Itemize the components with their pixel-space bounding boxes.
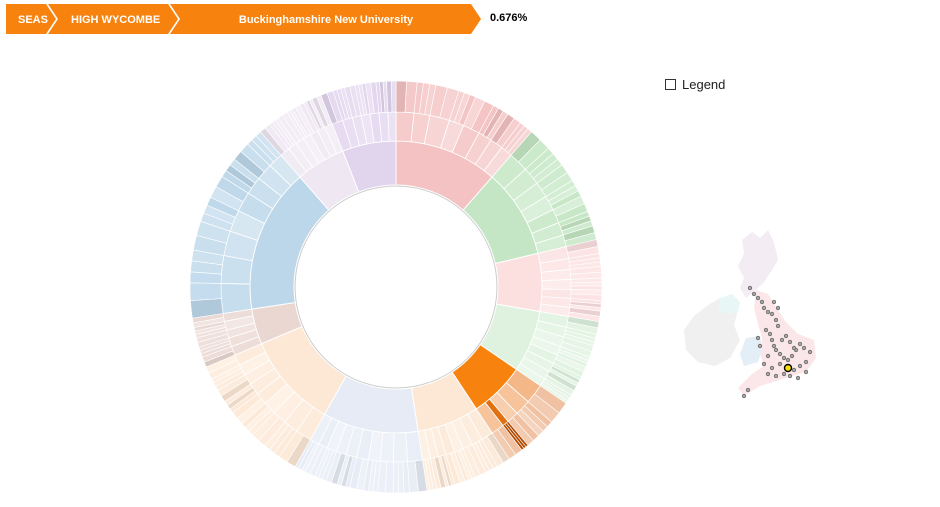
map-wales: [740, 336, 762, 366]
map-marker[interactable]: [773, 347, 779, 353]
map-marker[interactable]: [761, 361, 767, 367]
map-marker[interactable]: [763, 327, 769, 333]
map-marker[interactable]: [767, 331, 773, 337]
map-marker[interactable]: [769, 337, 775, 343]
map-marker[interactable]: [747, 285, 753, 291]
sunburst-middle-segment[interactable]: [220, 283, 253, 314]
map-marker[interactable]: [787, 339, 793, 345]
uk-map: [684, 230, 816, 399]
map-marker[interactable]: [765, 353, 771, 359]
map-marker[interactable]: [765, 309, 771, 315]
map-marker[interactable]: [803, 369, 809, 375]
map-marker[interactable]: [773, 317, 779, 323]
map-marker[interactable]: [781, 355, 787, 361]
map-marker[interactable]: [803, 359, 809, 365]
map-marker[interactable]: [801, 345, 807, 351]
legend-label: Legend: [682, 77, 726, 92]
map-marker[interactable]: [751, 291, 757, 297]
map-marker[interactable]: [795, 375, 801, 381]
sunburst-chart: [189, 80, 603, 494]
legend-toggle[interactable]: Legend: [665, 77, 725, 92]
sunburst-outer-segment[interactable]: [390, 80, 397, 113]
map-marker[interactable]: [779, 337, 785, 343]
map-marker[interactable]: [765, 371, 771, 377]
sunburst-middle-segment[interactable]: [393, 432, 408, 463]
map-highlight-marker: [783, 363, 793, 373]
map-marker[interactable]: [807, 349, 813, 355]
map-marker[interactable]: [761, 305, 767, 311]
map-scotland: [738, 230, 778, 298]
map-marker[interactable]: [769, 365, 775, 371]
map-marker[interactable]: [789, 353, 795, 359]
map-marker[interactable]: [757, 343, 763, 349]
map-marker[interactable]: [771, 343, 777, 349]
map-marker[interactable]: [745, 387, 751, 393]
map-marker[interactable]: [759, 299, 765, 305]
map-marker[interactable]: [769, 311, 775, 317]
sunburst-outer-segment[interactable]: [570, 281, 603, 287]
map-marker[interactable]: [791, 367, 797, 373]
map-marker[interactable]: [775, 323, 781, 329]
sunburst-inner-segment[interactable]: [494, 252, 543, 313]
map-marker[interactable]: [777, 361, 783, 367]
map-marker[interactable]: [787, 373, 793, 379]
map-marker[interactable]: [783, 333, 789, 339]
map-marker[interactable]: [771, 299, 777, 305]
map-marker[interactable]: [791, 345, 797, 351]
map-marker[interactable]: [773, 373, 779, 379]
sunburst-middle-segment[interactable]: [541, 279, 572, 290]
map-marker[interactable]: [741, 393, 747, 399]
map-marker[interactable]: [797, 341, 803, 347]
map-marker[interactable]: [785, 357, 791, 363]
map-marker[interactable]: [781, 371, 787, 377]
sunburst-outer-segment[interactable]: [397, 461, 405, 494]
sunburst-outer-segment[interactable]: [392, 461, 399, 494]
map-marker[interactable]: [775, 305, 781, 311]
sunburst-center: [294, 185, 498, 389]
legend-checkbox[interactable]: [665, 79, 676, 90]
map-marker[interactable]: [755, 295, 761, 301]
sunburst-outer-segment[interactable]: [189, 282, 222, 301]
sunburst-middle-segment[interactable]: [387, 111, 397, 142]
map-marker[interactable]: [755, 335, 761, 341]
map-marker[interactable]: [777, 351, 783, 357]
map-marker[interactable]: [797, 363, 803, 369]
